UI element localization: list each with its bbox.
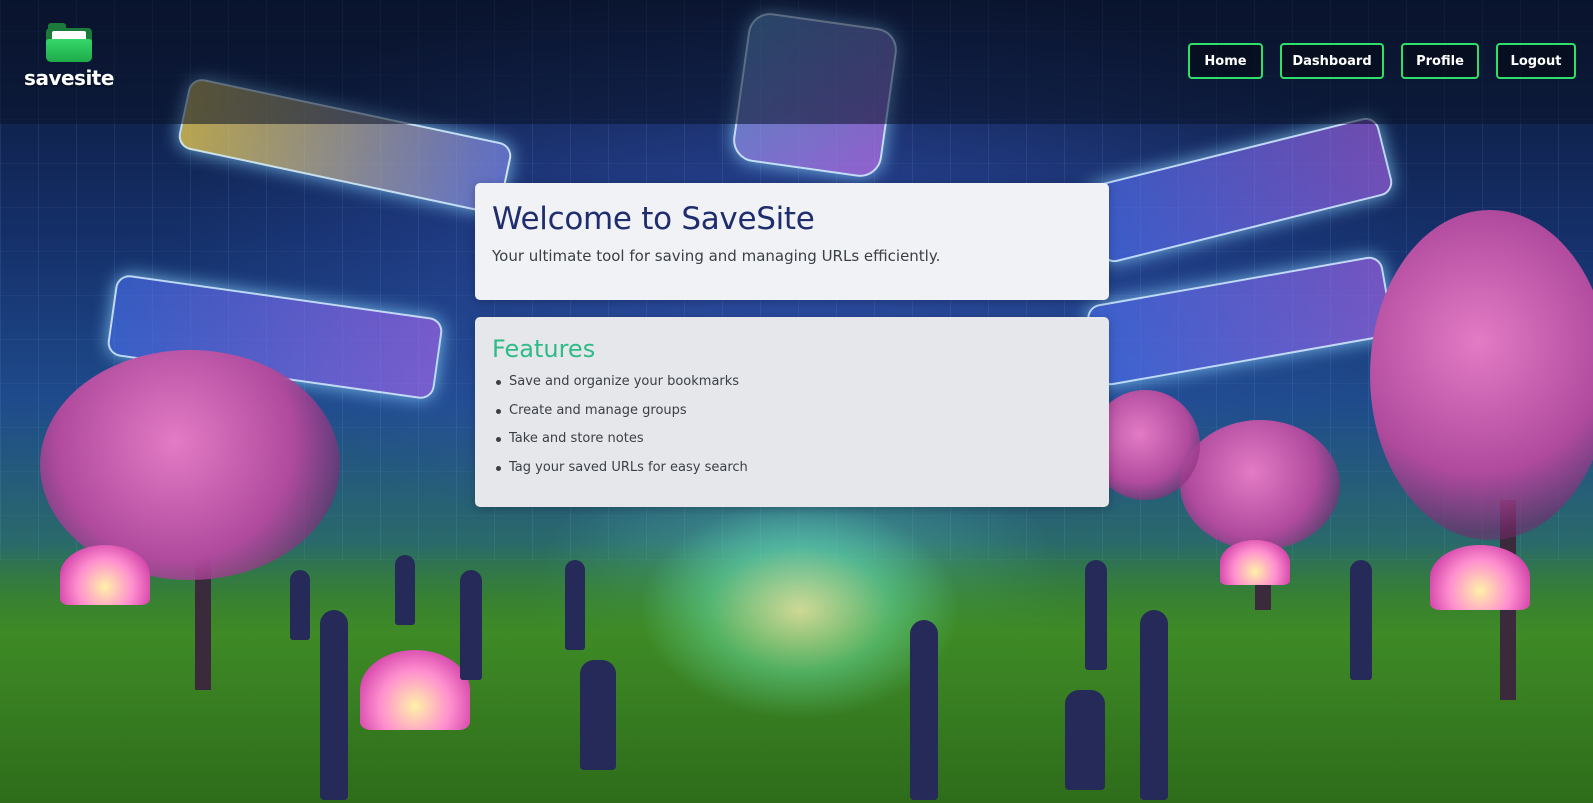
feature-text: Create and manage groups: [509, 402, 687, 418]
top-header: savesite Home Dashboard Profile Logout: [0, 0, 1593, 124]
features-card: Features Save and organize your bookmark…: [475, 317, 1109, 507]
background-tree: [1370, 210, 1593, 540]
brand-name: savesite: [24, 66, 114, 90]
background-tree: [1180, 420, 1340, 550]
bullet-icon: [496, 408, 501, 414]
nav-profile-button[interactable]: Profile: [1401, 43, 1479, 79]
feature-text: Save and organize your bookmarks: [509, 374, 740, 389]
bullet-icon: [496, 465, 501, 471]
nav-logout-button[interactable]: Logout: [1496, 43, 1576, 79]
background-person: [910, 620, 938, 800]
nav-dashboard-button[interactable]: Dashboard: [1280, 43, 1384, 79]
background-flower: [1220, 540, 1290, 585]
folder-icon: [46, 23, 92, 62]
background-tree: [40, 350, 340, 580]
background-person: [1085, 560, 1107, 670]
feature-item: Take and store notes: [492, 429, 1092, 458]
page-title: Welcome to SaveSite: [492, 201, 815, 237]
feature-item: Create and manage groups: [492, 401, 1092, 430]
background-person: [1350, 560, 1372, 680]
welcome-card: Welcome to SaveSite Your ultimate tool f…: [475, 183, 1109, 300]
feature-text: Take and store notes: [509, 431, 644, 446]
background-person: [395, 555, 415, 625]
feature-item: Save and organize your bookmarks: [492, 372, 1092, 401]
background-person: [565, 560, 585, 650]
features-list: Save and organize your bookmarks Create …: [492, 372, 1092, 486]
background-person: [460, 570, 482, 680]
background-person: [1140, 610, 1168, 800]
brand-logo[interactable]: savesite: [24, 23, 114, 98]
background-flower: [1430, 545, 1530, 610]
background-person: [290, 570, 310, 640]
feature-item: Tag your saved URLs for easy search: [492, 458, 1092, 487]
main-nav: Home Dashboard Profile Logout: [1188, 43, 1576, 79]
features-heading: Features: [492, 335, 596, 363]
bullet-icon: [496, 380, 501, 385]
bullet-icon: [496, 437, 501, 442]
background-person: [1065, 690, 1105, 790]
background-flower: [60, 545, 150, 605]
background-flower: [360, 650, 470, 730]
page-subtitle: Your ultimate tool for saving and managi…: [492, 247, 941, 265]
background-person: [320, 610, 348, 800]
nav-home-button[interactable]: Home: [1188, 43, 1263, 79]
background-person: [580, 660, 616, 770]
feature-text: Tag your saved URLs for easy search: [509, 459, 748, 475]
